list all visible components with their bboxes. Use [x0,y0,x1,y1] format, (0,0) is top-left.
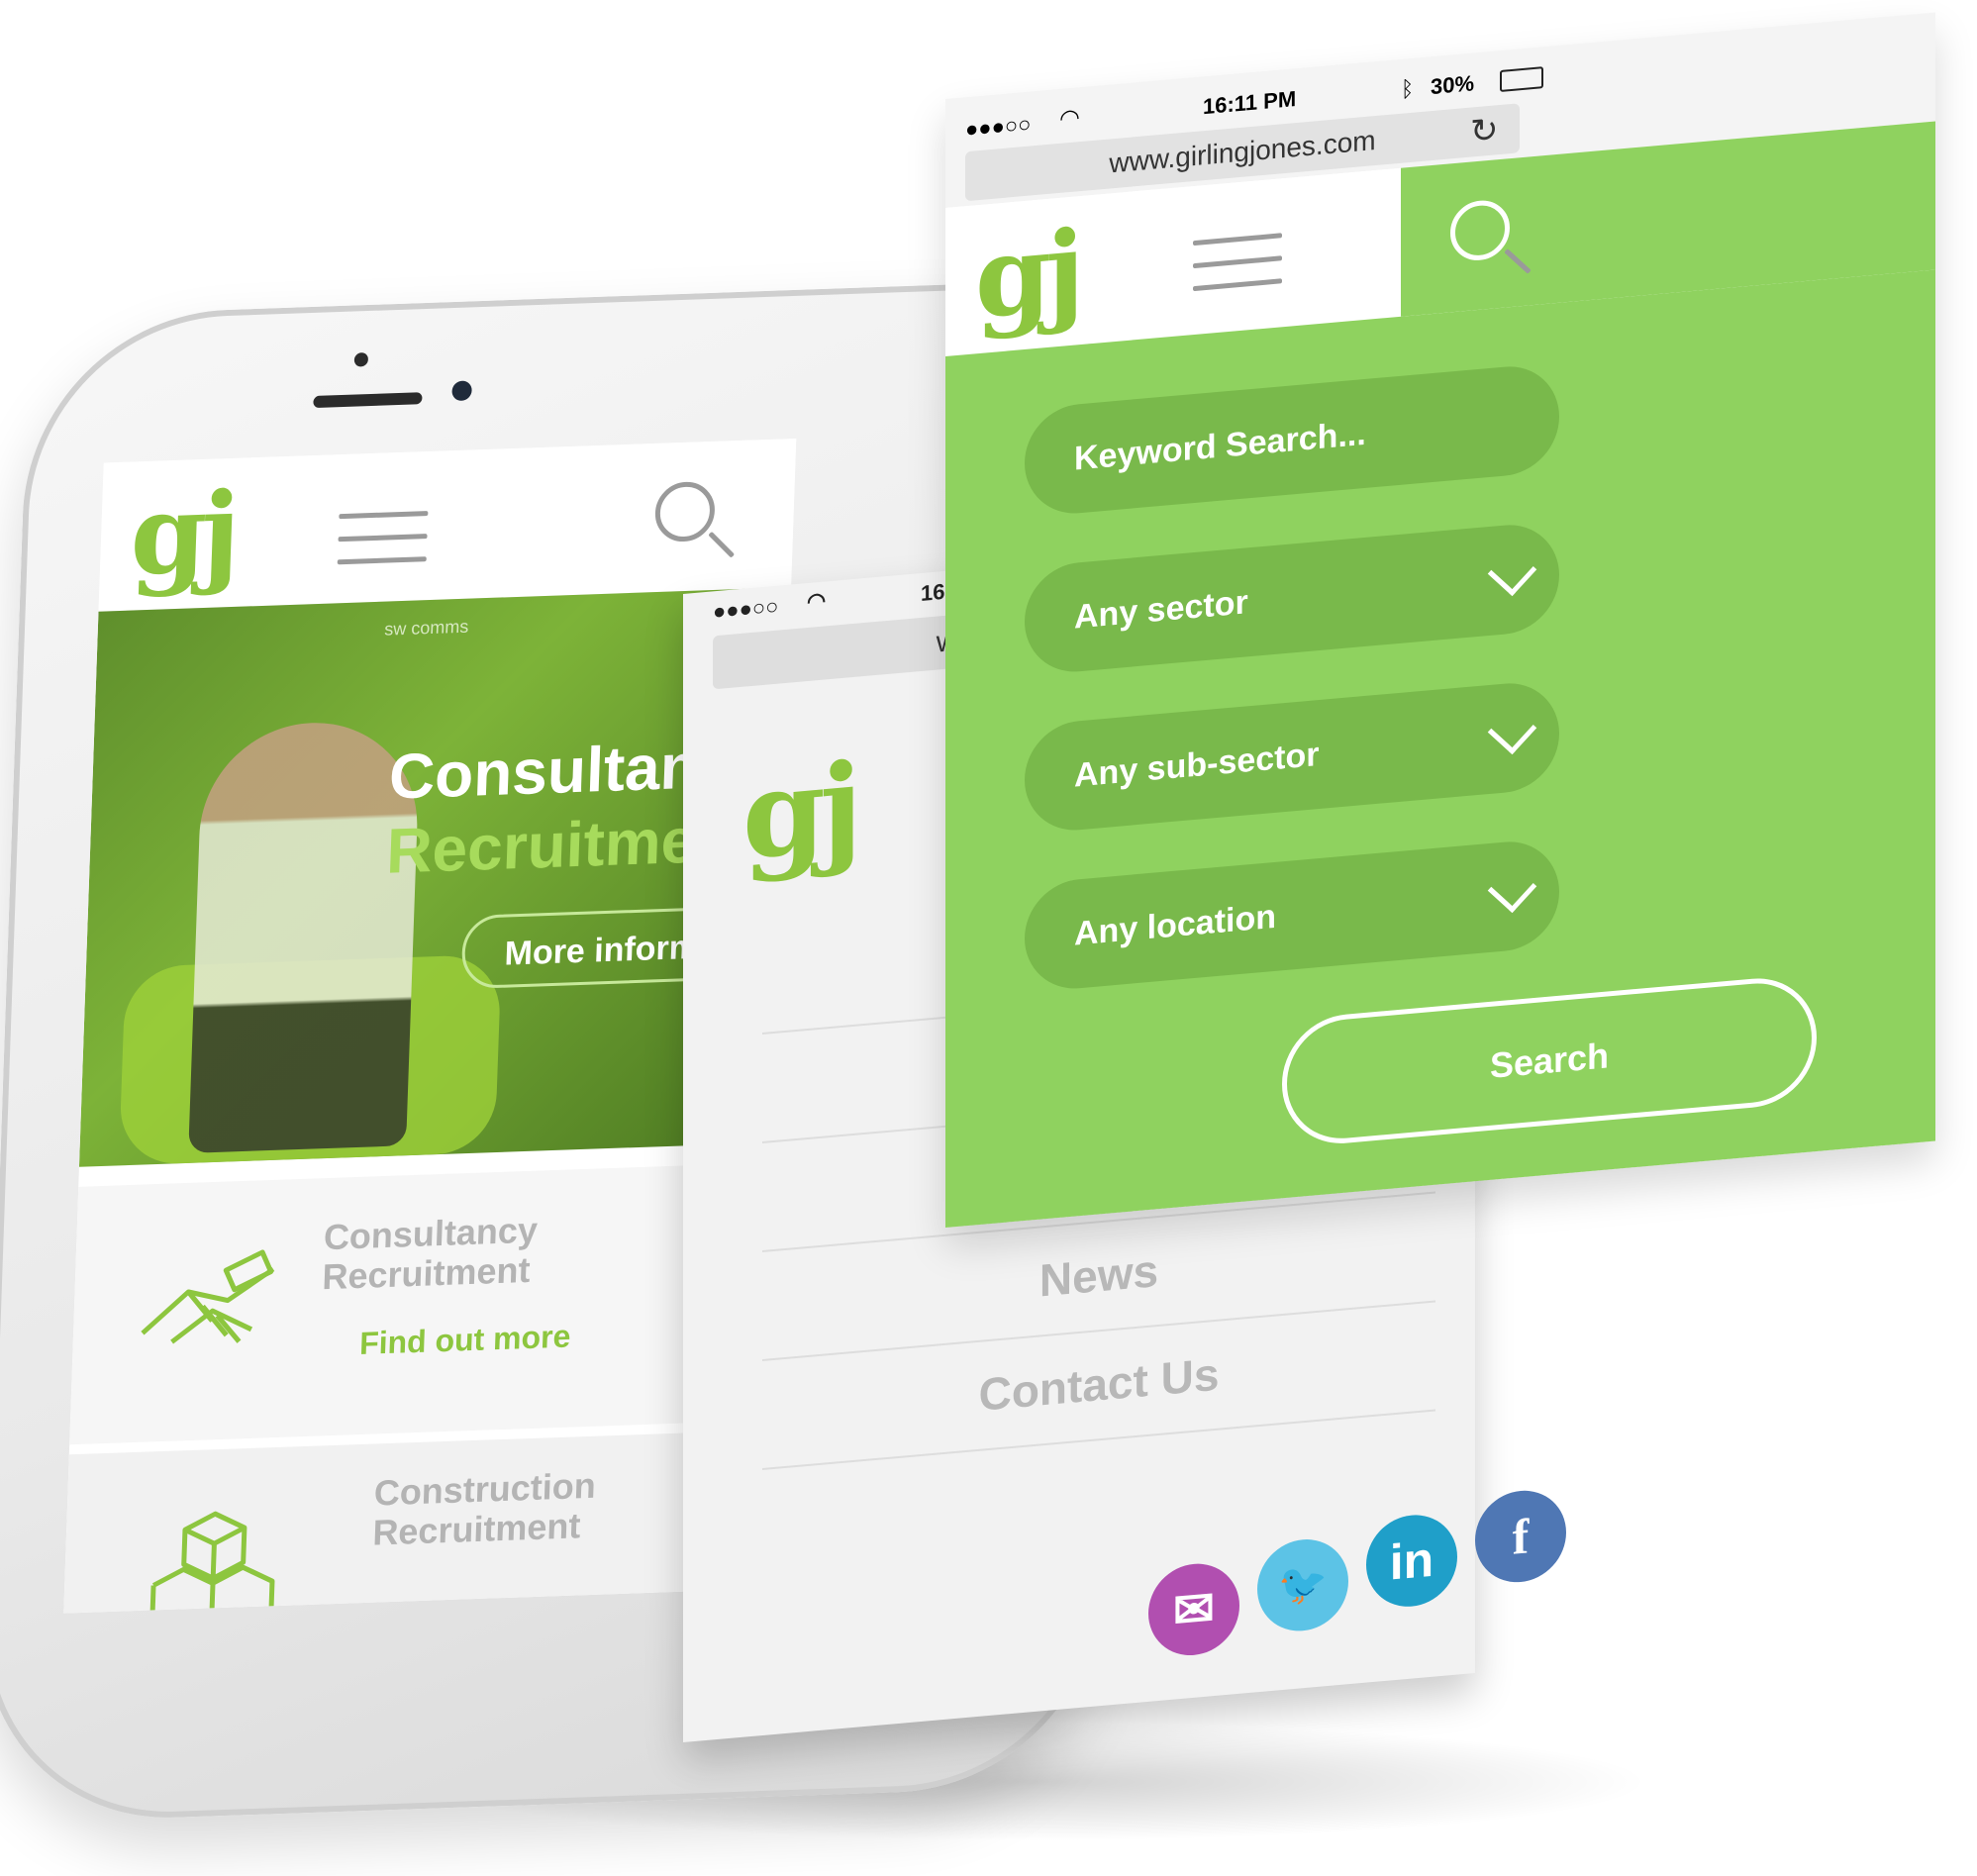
find-out-more-link[interactable]: Find out more [359,1318,571,1362]
reload-icon[interactable]: ↻ [1470,110,1499,151]
card-title: Construction Recruitment [371,1464,597,1553]
wifi-icon: ◠ [807,587,827,615]
gj-logo[interactable]: gj [129,468,237,600]
search-icon[interactable] [1450,198,1510,263]
search-icon[interactable] [653,480,716,543]
gj-logo[interactable]: gj [742,738,856,887]
status-time: 16:11 PM [1203,86,1297,120]
bluetooth-icon: ᛒ [1401,75,1415,102]
camera-dot [353,352,369,367]
card-construction[interactable]: Construction Recruitment [63,1430,762,1614]
email-icon[interactable]: ✉ [1148,1559,1239,1659]
card-title: Consultancy Recruitment [321,1209,539,1298]
sector-value: Any sector [1074,583,1248,637]
sector-select[interactable]: Any sector [1025,520,1559,677]
battery-percent: 30% [1431,70,1475,100]
handshake-icon [141,1249,275,1344]
hero-photo-person [188,719,422,1153]
keyword-search-input[interactable]: Keyword Search... [1025,361,1559,519]
location-value: Any location [1074,897,1277,953]
signal-dots: ●●●○○ [965,111,1032,143]
signal-dots: ●●●○○ [713,593,779,625]
battery-icon [1500,66,1543,93]
gj-logo[interactable]: gj [975,206,1079,343]
hamburger-menu-icon[interactable] [1193,233,1282,300]
site-header: gj [98,438,797,613]
search-form: Keyword Search... Any sector Any sub-sec… [945,269,1935,1228]
location-select[interactable]: Any location [1025,837,1559,994]
subsector-select[interactable]: Any sub-sector [1025,678,1559,836]
facebook-icon[interactable]: f [1475,1486,1566,1587]
linkedin-icon[interactable]: in [1366,1511,1457,1611]
subsector-value: Any sub-sector [1074,735,1320,795]
chevron-down-icon [1487,705,1537,755]
wifi-icon: ◠ [1059,104,1080,133]
hamburger-menu-icon[interactable] [337,511,429,573]
chevron-down-icon [1487,863,1537,914]
earpiece-speaker [313,392,423,409]
search-screen: ●●●○○ ◠ 16:11 PM ᛒ 30% www.girlingjones.… [945,12,1935,1228]
card-consultancy[interactable]: Consultancy Recruitment Find out more [69,1162,771,1445]
chevron-down-icon [1487,546,1537,597]
hero-sign-text: sw comms [383,616,469,640]
twitter-icon[interactable]: 🐦 [1257,1535,1348,1635]
front-camera [451,380,472,402]
cubes-icon [149,1511,275,1614]
search-button[interactable]: Search [1282,973,1817,1149]
